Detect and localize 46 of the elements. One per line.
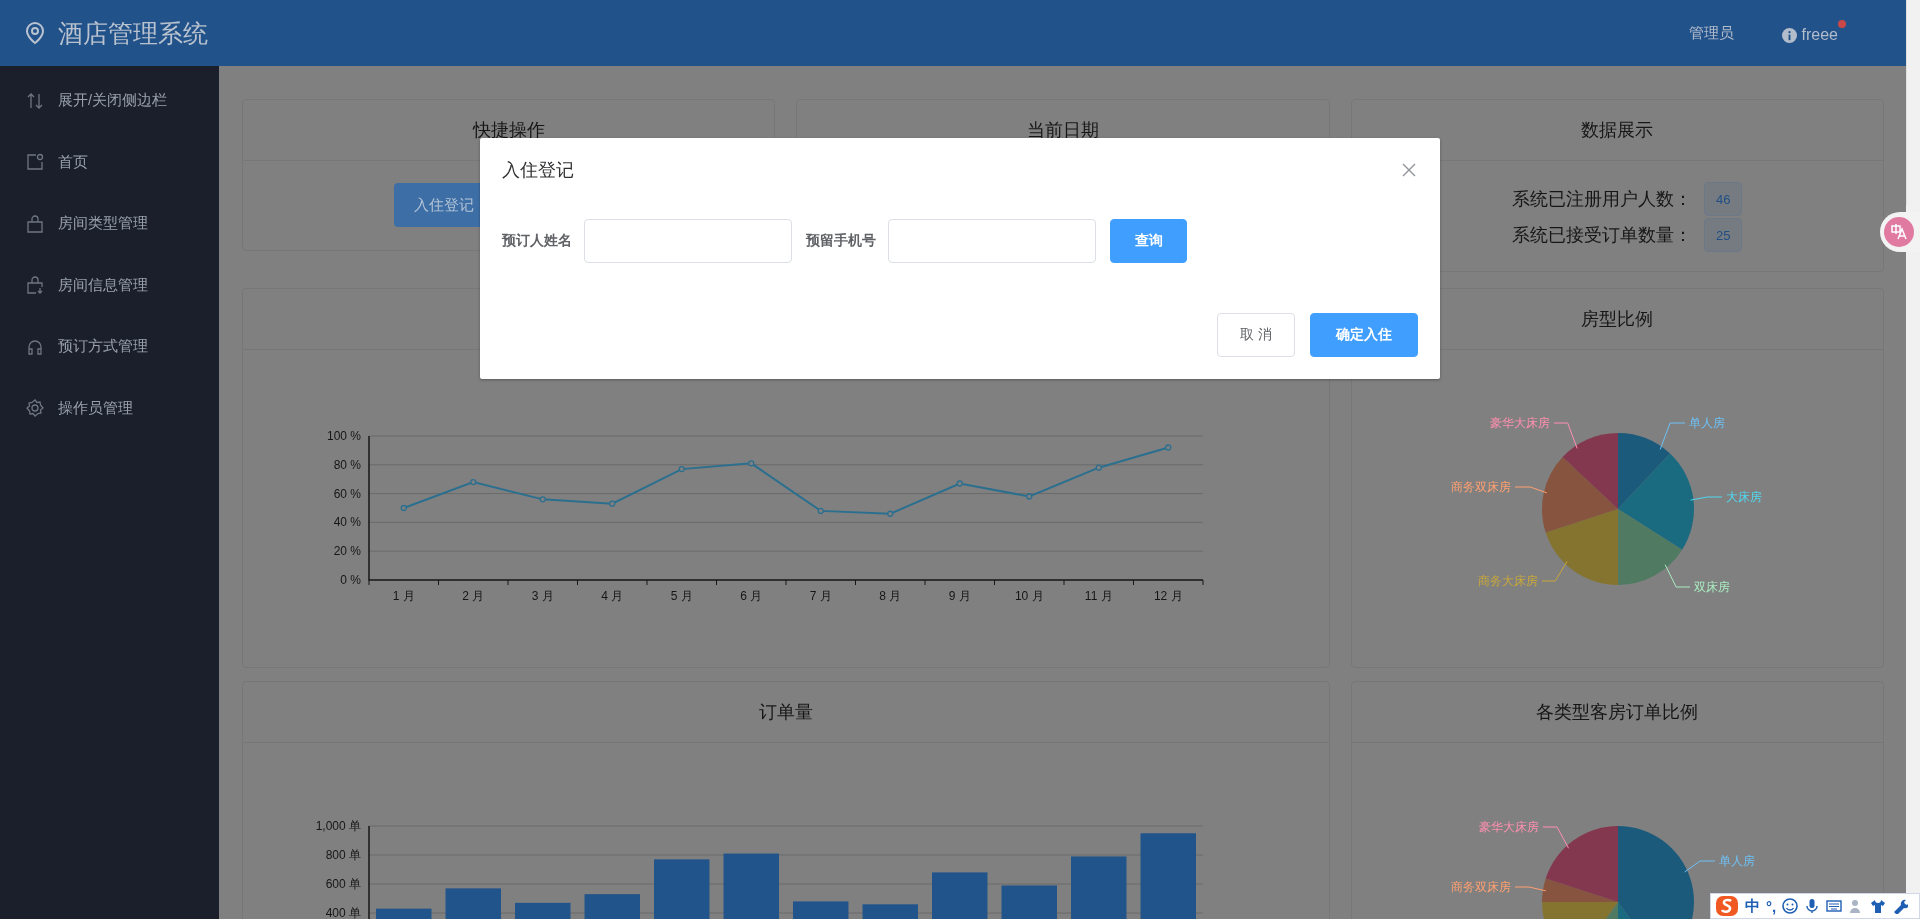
- card-title: 快捷操作: [472, 119, 545, 142]
- stat-label: 系统已接受订单数量：: [1512, 224, 1693, 247]
- stat-count: 25: [1704, 218, 1743, 252]
- axis-label: 60 %: [333, 486, 361, 501]
- app-title: 酒店管理系统: [58, 17, 208, 49]
- pie-label: 豪华大床房: [1489, 416, 1550, 430]
- pie-label: 商务双床房: [1450, 480, 1511, 494]
- axis-label: 6 月: [740, 589, 763, 603]
- axis-label: 20 %: [333, 544, 361, 559]
- axis-label: 5 月: [670, 589, 693, 603]
- axis-label: 7 月: [809, 589, 832, 603]
- card-title: 各类型客房订单比例: [1536, 701, 1699, 724]
- stat-label: 系统已注册用户人数：: [1512, 188, 1693, 211]
- axis-label: 3 月: [531, 589, 554, 603]
- field-label: 预留手机号: [806, 232, 877, 250]
- pie-label: 商务双床房: [1450, 880, 1511, 894]
- axis-label: 2 月: [462, 589, 485, 603]
- pie-label: 商务大床房: [1477, 574, 1538, 588]
- axis-label: 1,000 单: [315, 819, 361, 833]
- axis-label: 80 %: [333, 457, 361, 472]
- axis-label: 0 %: [340, 573, 361, 587]
- axis-label: 10 月: [1014, 589, 1044, 603]
- axis-label: 100 %: [326, 429, 361, 443]
- axis-label: 1 月: [392, 589, 415, 603]
- pie-label: 豪华大床房: [1478, 820, 1539, 834]
- pie-label: 双床房: [1693, 580, 1730, 594]
- dialog-title: 入住登记: [502, 159, 574, 182]
- field-label: 预订人姓名: [502, 232, 573, 250]
- card-title: 房型比例: [1581, 308, 1654, 331]
- axis-label: 9 月: [948, 589, 971, 603]
- axis-label: 800 单: [325, 848, 361, 862]
- axis-label: 400 单: [325, 906, 361, 919]
- pie-label: 大床房: [1725, 490, 1762, 504]
- axis-label: 600 单: [325, 877, 361, 891]
- card-title: 当前日期: [1027, 119, 1099, 142]
- axis-label: 12 月: [1153, 589, 1183, 603]
- card-title: 订单量: [758, 701, 813, 724]
- axis-label: 40 %: [333, 515, 361, 530]
- user-role: 管理员: [1688, 23, 1734, 43]
- card-title: 数据展示: [1581, 119, 1654, 142]
- pie-label: 单人房: [1718, 854, 1755, 868]
- axis-label: 11 月: [1084, 589, 1113, 603]
- stat-count: 46: [1704, 182, 1743, 216]
- axis-label: 8 月: [879, 589, 902, 603]
- pie-label: 单人房: [1688, 416, 1725, 430]
- axis-label: 4 月: [601, 589, 624, 603]
